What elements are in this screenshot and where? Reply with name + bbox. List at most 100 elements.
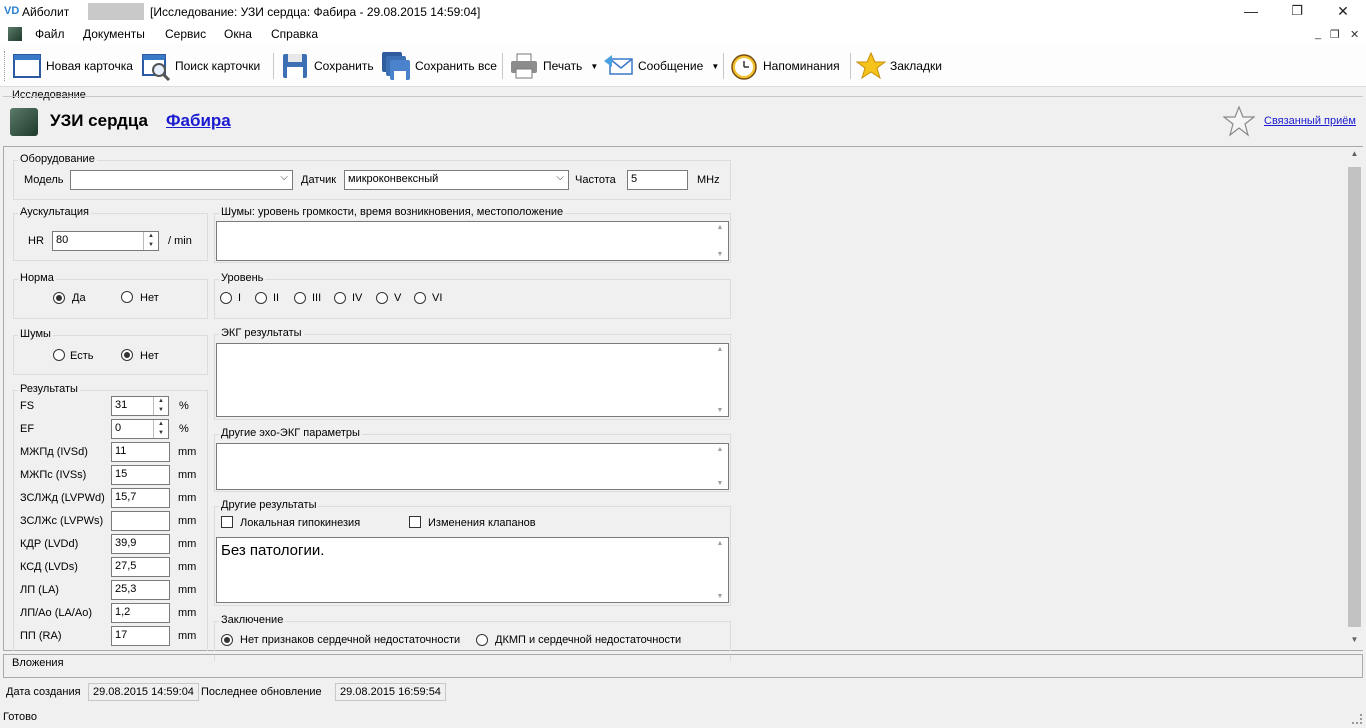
print-label: Печать [543, 59, 583, 73]
scroll-up-icon[interactable]: ▲ [714, 224, 726, 231]
favorite-star-icon[interactable] [1222, 105, 1256, 137]
toolbar: Новая карточка Поиск карточки Сохранить … [0, 45, 1366, 87]
maximize-button[interactable]: ❐ [1274, 0, 1320, 24]
hr-spinner[interactable]: ▲ ▼ [143, 232, 158, 250]
app-name: Айболит [22, 5, 70, 19]
result-input[interactable]: 39,9 [111, 534, 170, 554]
find-card-button[interactable]: Поиск карточки [141, 51, 260, 82]
ecg-results-textarea[interactable]: ▲ ▼ [216, 343, 729, 417]
created-value: 29.08.2015 14:59:04 [88, 683, 199, 701]
print-button[interactable]: Печать ▼ [509, 51, 598, 81]
hr-value: 80 [56, 234, 69, 246]
attachments-panel[interactable] [3, 654, 1363, 678]
level-ii-radio[interactable] [255, 292, 267, 304]
noise-description-label: Шумы: уровень громкости, время возникнов… [219, 206, 566, 218]
scroll-down-icon[interactable]: ▼ [714, 407, 726, 414]
conclusion-dcm-radio[interactable] [476, 634, 488, 646]
scroll-up-icon[interactable]: ▲ [714, 540, 726, 547]
scrollbar-thumb[interactable] [1348, 167, 1361, 627]
scroll-up-icon[interactable]: ▲ [1346, 149, 1363, 158]
menu-service[interactable]: Сервис [165, 27, 206, 41]
menu-documents[interactable]: Документы [83, 27, 145, 41]
level-group [214, 279, 731, 319]
menu-windows[interactable]: Окна [224, 27, 252, 41]
content-scrollbar[interactable]: ▲ ▼ [1346, 147, 1363, 650]
other-echo-textarea[interactable]: ▲ ▼ [216, 443, 729, 490]
save-label: Сохранить [314, 59, 374, 73]
patient-link[interactable]: Фабира [166, 111, 231, 131]
mdi-close-button[interactable]: ✕ [1350, 28, 1359, 41]
save-button[interactable]: Сохранить [280, 51, 374, 81]
noises-yes-radio[interactable] [53, 349, 65, 361]
conclusion-no-failure-radio[interactable] [221, 634, 233, 646]
message-button[interactable]: Сообщение ▼ [604, 51, 719, 81]
scroll-down-icon[interactable]: ▼ [714, 593, 726, 600]
result-input[interactable]: 15,7 [111, 488, 170, 508]
result-input[interactable]: 0 ▲ ▼ [111, 419, 169, 439]
other-results-label: Другие результаты [219, 499, 319, 511]
new-card-button[interactable]: Новая карточка [12, 51, 133, 81]
mdi-restore-button[interactable]: ❐ [1330, 28, 1340, 41]
result-input[interactable]: 1,2 [111, 603, 170, 623]
result-spinner[interactable]: ▲ ▼ [153, 397, 168, 415]
save-all-icon [381, 51, 411, 81]
result-input[interactable]: 25,3 [111, 580, 170, 600]
valve-changes-checkbox[interactable] [409, 516, 421, 528]
result-spinner[interactable]: ▲ ▼ [153, 420, 168, 438]
frequency-label: Частота [575, 174, 616, 186]
mdi-minimize-button[interactable]: _ [1315, 28, 1321, 40]
result-value: 15 [115, 468, 128, 480]
result-input[interactable] [111, 511, 170, 531]
result-label: ЛП (LA) [20, 584, 59, 596]
close-button[interactable]: ✕ [1320, 0, 1366, 24]
noise-description-textarea[interactable]: ▲ ▼ [216, 221, 729, 261]
toolbar-grip [4, 51, 7, 81]
resize-grip-icon[interactable] [1352, 714, 1362, 724]
menu-file[interactable]: Файл [35, 27, 65, 41]
scroll-down-icon[interactable]: ▼ [714, 251, 726, 258]
result-input[interactable]: 15 [111, 465, 170, 485]
result-input[interactable]: 27,5 [111, 557, 170, 577]
norm-group [13, 279, 208, 319]
save-all-button[interactable]: Сохранить все [381, 51, 497, 81]
result-unit: mm [178, 492, 197, 504]
scroll-up-icon[interactable]: ▲ [714, 346, 726, 353]
result-unit: mm [178, 515, 197, 527]
hr-label: HR [28, 235, 44, 247]
sensor-select[interactable]: микроконвексный ⌵ [344, 170, 569, 190]
scroll-down-icon[interactable]: ▼ [714, 480, 726, 487]
menu-help[interactable]: Справка [271, 27, 318, 41]
norm-yes-radio[interactable] [53, 292, 65, 304]
minimize-button[interactable]: — [1228, 0, 1274, 24]
bookmarks-button[interactable]: Закладки [855, 51, 942, 81]
result-input[interactable]: 17 [111, 626, 170, 646]
level-v-radio[interactable] [376, 292, 388, 304]
print-dropdown-icon[interactable]: ▼ [590, 62, 598, 71]
chevron-down-icon: ⌵ [280, 172, 288, 183]
level-iii-radio[interactable] [294, 292, 306, 304]
norm-no-radio[interactable] [121, 291, 133, 303]
reminders-button[interactable]: Напоминания [729, 51, 840, 81]
noises-no-radio[interactable] [121, 349, 133, 361]
document-icon[interactable] [8, 27, 22, 41]
result-label: КДР (LVDd) [20, 538, 79, 550]
scroll-down-icon[interactable]: ▼ [1346, 635, 1363, 644]
result-value: 31 [115, 399, 128, 411]
message-dropdown-icon[interactable]: ▼ [711, 62, 719, 71]
scroll-up-icon[interactable]: ▲ [714, 446, 726, 453]
hr-input[interactable]: 80 ▲ ▼ [52, 231, 159, 251]
level-i-radio[interactable] [220, 292, 232, 304]
level-vi-radio[interactable] [414, 292, 426, 304]
model-select[interactable]: ⌵ [70, 170, 293, 190]
result-input[interactable]: 31 ▲ ▼ [111, 396, 169, 416]
frequency-input[interactable]: 5 [627, 170, 688, 190]
result-unit: mm [178, 446, 197, 458]
result-input[interactable]: 11 [111, 442, 170, 462]
result-label: FS [20, 400, 35, 412]
reminders-label: Напоминания [763, 59, 840, 73]
linked-visit-link[interactable]: Связанный приём [1264, 115, 1356, 127]
level-iv-radio[interactable] [334, 292, 346, 304]
local-hypokinesis-checkbox[interactable] [221, 516, 233, 528]
other-results-textarea[interactable]: Без патологии. ▲ ▼ [216, 537, 729, 603]
section-caption: Исследование [12, 89, 86, 101]
